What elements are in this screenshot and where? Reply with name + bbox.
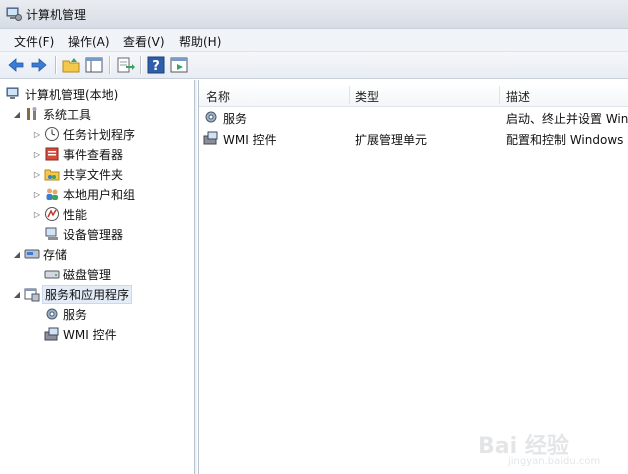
column-name-header[interactable]: 名称 (206, 88, 230, 105)
tree-item-local-users[interactable]: ▷ 本地用户和组 (32, 184, 135, 204)
tree-label: 存储 (43, 247, 68, 262)
column-type-header[interactable]: 类型 (355, 88, 379, 105)
storage-icon (24, 249, 40, 259)
console-tree: 计算机管理(本地) ◢ 系统工具 ▷ 任务计划程序 ▷ 事件查看器 ▷ 共享文件… (0, 80, 195, 474)
menu-action[interactable]: 操作(A) (68, 33, 110, 50)
shared-folder-icon (44, 169, 60, 181)
menu-bar: 文件(F) 操作(A) 查看(V) 帮助(H) (0, 29, 628, 52)
tree-item-disk-management[interactable]: 磁盘管理 (42, 264, 111, 284)
pane-splitter[interactable] (195, 80, 197, 474)
disk-icon (44, 270, 60, 279)
baidu-watermark: Bai 经验 jingyan.baidu.com (478, 400, 628, 474)
expand-triangle-icon[interactable]: ▷ (32, 129, 42, 139)
tools-icon (27, 107, 37, 120)
event-viewer-icon (45, 147, 59, 161)
gear-icon (46, 308, 58, 320)
tree-label: WMI 控件 (63, 327, 117, 342)
collapse-triangle-icon[interactable]: ◢ (12, 109, 22, 119)
users-icon (46, 188, 58, 200)
cell-desc: 启动、终止并设置 Win (506, 112, 628, 126)
cell-name: WMI 控件 (223, 133, 277, 147)
up-folder-icon[interactable] (61, 55, 81, 75)
menu-file[interactable]: 文件(F) (14, 33, 54, 50)
wmi-icon (44, 327, 59, 341)
properties-icon[interactable] (169, 55, 189, 75)
expand-triangle-icon[interactable]: ▷ (32, 209, 42, 219)
tree-label: 系统工具 (43, 107, 92, 122)
tree-label: 共享文件夹 (63, 167, 124, 182)
tree-label: 事件查看器 (63, 147, 124, 162)
computer-management-icon (6, 87, 19, 99)
tree-label: 设备管理器 (63, 227, 124, 242)
device-manager-icon (45, 227, 58, 240)
tree-item-root[interactable]: 计算机管理(本地) (4, 84, 118, 104)
menu-view[interactable]: 查看(V) (123, 33, 165, 50)
help-icon[interactable]: ? (146, 55, 166, 75)
computer-management-icon (6, 7, 22, 21)
tree-label: 本地用户和组 (63, 187, 136, 202)
services-apps-icon (24, 288, 40, 302)
list-item-wmi[interactable]: WMI 控件 扩展管理单元 配置和控制 Windows . (199, 128, 628, 148)
tree-item-storage[interactable]: ◢ 存储 (12, 244, 67, 264)
tree-label: 任务计划程序 (63, 127, 136, 142)
list-header: 名称 类型 描述 (199, 84, 628, 107)
tree-label: 性能 (63, 207, 88, 222)
title-bar: 计算机管理 (0, 0, 628, 29)
tree-item-device-manager[interactable]: 设备管理器 (42, 224, 123, 244)
tree-item-system-tools[interactable]: ◢ 系统工具 (12, 104, 91, 124)
column-desc-header[interactable]: 描述 (506, 88, 530, 105)
forward-arrow-icon[interactable] (29, 55, 49, 75)
expand-triangle-icon[interactable]: ▷ (32, 189, 42, 199)
clock-icon (45, 127, 59, 141)
tree-item-performance[interactable]: ▷ 性能 (32, 204, 87, 224)
tree-label: 服务和应用程序 (41, 284, 133, 304)
cell-type: 扩展管理单元 (355, 133, 428, 147)
show-hide-tree-icon[interactable] (84, 55, 104, 75)
tree-label: 计算机管理(本地) (25, 87, 119, 102)
expand-triangle-icon[interactable]: ▷ (32, 149, 42, 159)
list-item-services[interactable]: 服务 启动、终止并设置 Win (199, 107, 628, 127)
tree-item-wmi[interactable]: WMI 控件 (42, 324, 117, 344)
expand-triangle-icon[interactable]: ▷ (32, 169, 42, 179)
cell-desc: 配置和控制 Windows . (506, 133, 628, 147)
gear-icon (205, 111, 217, 123)
tree-item-shared-folders[interactable]: ▷ 共享文件夹 (32, 164, 123, 184)
collapse-triangle-icon[interactable]: ◢ (12, 249, 22, 259)
toolbar: ? (0, 52, 628, 79)
cell-name: 服务 (223, 112, 248, 126)
collapse-triangle-icon[interactable]: ◢ (12, 289, 22, 299)
tree-item-services-apps[interactable]: ◢ 服务和应用程序 (12, 284, 133, 304)
window-title: 计算机管理 (26, 8, 87, 22)
back-arrow-icon[interactable] (6, 55, 26, 75)
watermark-sub: jingyan.baidu.com (508, 456, 601, 467)
tree-item-event-viewer[interactable]: ▷ 事件查看器 (32, 144, 123, 164)
menu-help[interactable]: 帮助(H) (179, 33, 221, 50)
tree-label: 磁盘管理 (63, 267, 112, 282)
tree-label: 服务 (63, 307, 88, 322)
export-list-icon[interactable] (115, 55, 135, 75)
svg-text:?: ? (152, 59, 160, 74)
tree-item-services[interactable]: 服务 (42, 304, 87, 324)
tree-item-task-scheduler[interactable]: ▷ 任务计划程序 (32, 124, 135, 144)
performance-icon (45, 207, 59, 221)
wmi-icon (203, 131, 218, 145)
